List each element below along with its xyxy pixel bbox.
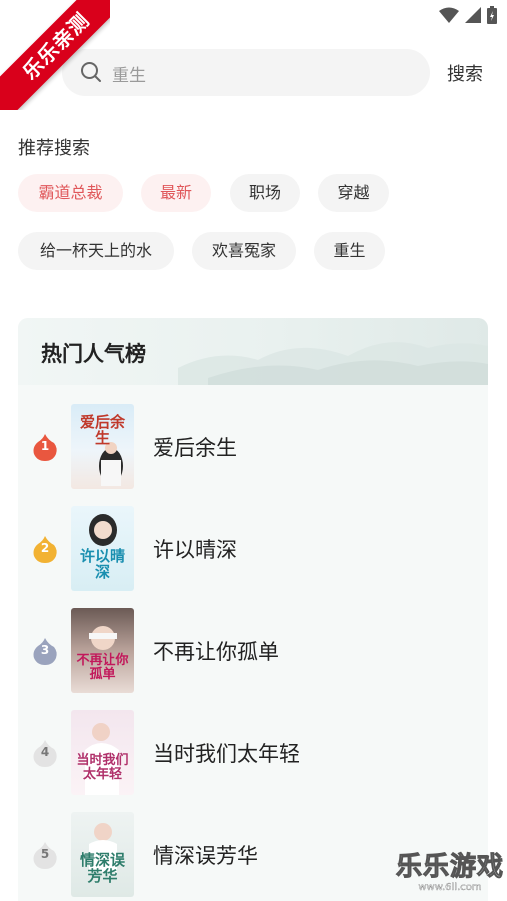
chip-recommend[interactable]: 欢喜冤家 <box>192 232 296 270</box>
chip-recommend[interactable]: 重生 <box>314 232 385 270</box>
search-placeholder: 重生 <box>112 66 146 86</box>
cover-title: 不再让你孤单 <box>76 653 129 682</box>
rank-medal: 3 <box>32 636 58 666</box>
site-watermark: 乐乐游戏 www.6ll.com <box>395 852 505 898</box>
rank-medal: 5 <box>32 840 58 870</box>
rank-medal: 4 <box>32 738 58 768</box>
book-cover: 不再让你孤单 <box>71 608 134 693</box>
wifi-icon <box>439 7 459 23</box>
rank-number: 1 <box>40 439 50 453</box>
book-cover: 许以晴深 <box>71 506 134 591</box>
battery-icon <box>487 6 497 24</box>
watermark-logo-text: 乐乐游戏 <box>395 852 504 883</box>
book-title: 爱后余生 <box>153 436 237 460</box>
cover-title: 情深误芳华 <box>79 851 125 885</box>
rank-medal: 1 <box>32 432 58 462</box>
chip-recommend[interactable]: 霸道总裁 <box>18 174 123 212</box>
ranking-title: 热门人气榜 <box>41 342 146 366</box>
mountain-decoration <box>178 342 488 385</box>
recommend-title: 推荐搜索 <box>18 138 90 159</box>
chip-recommend[interactable]: 给一杯天上的水 <box>18 232 174 270</box>
ranking-row[interactable]: 1 爱后余生 爱后余生 <box>18 402 488 492</box>
ranking-row[interactable]: 4 当时我们太年轻 当时我们太年轻 <box>18 708 488 798</box>
rank-medal: 2 <box>32 534 58 564</box>
chip-recommend[interactable]: 最新 <box>141 174 211 212</box>
ribbon-label: 乐乐亲测 <box>0 0 110 110</box>
book-cover: 当时我们太年轻 <box>71 710 134 795</box>
search-input[interactable]: 重生 <box>62 49 430 96</box>
book-title: 当时我们太年轻 <box>153 742 300 766</box>
signal-icon <box>465 7 481 23</box>
book-cover: 爱后余生 <box>71 404 134 489</box>
rank-number: 5 <box>40 847 50 861</box>
rank-number: 2 <box>40 541 50 555</box>
chip-recommend[interactable]: 职场 <box>230 174 300 212</box>
rank-number: 3 <box>40 643 50 657</box>
promo-ribbon: 乐乐亲测 <box>0 0 110 110</box>
book-title: 不再让你孤单 <box>153 640 279 664</box>
chip-recommend[interactable]: 穿越 <box>318 174 389 212</box>
book-title: 情深误芳华 <box>153 844 258 868</box>
watermark-url: www.6ll.com <box>418 882 482 893</box>
search-button[interactable]: 搜索 <box>447 60 483 86</box>
cover-title: 爱后余生 <box>79 413 125 447</box>
cover-title: 当时我们太年轻 <box>76 753 129 782</box>
book-title: 许以晴深 <box>153 538 237 562</box>
cover-title: 许以晴深 <box>79 547 125 581</box>
ranking-header: 热门人气榜 <box>18 318 488 385</box>
ranking-row[interactable]: 3 不再让你孤单 不再让你孤单 <box>18 606 488 696</box>
book-cover: 情深误芳华 <box>71 812 134 897</box>
rank-number: 4 <box>40 745 50 759</box>
ranking-row[interactable]: 2 许以晴深 许以晴深 <box>18 504 488 594</box>
status-icons <box>439 6 497 24</box>
ranking-card: 热门人气榜 1 爱后余生 爱后余生 2 许以晴深 许以晴深 3 不再让你孤单 不… <box>18 318 488 901</box>
